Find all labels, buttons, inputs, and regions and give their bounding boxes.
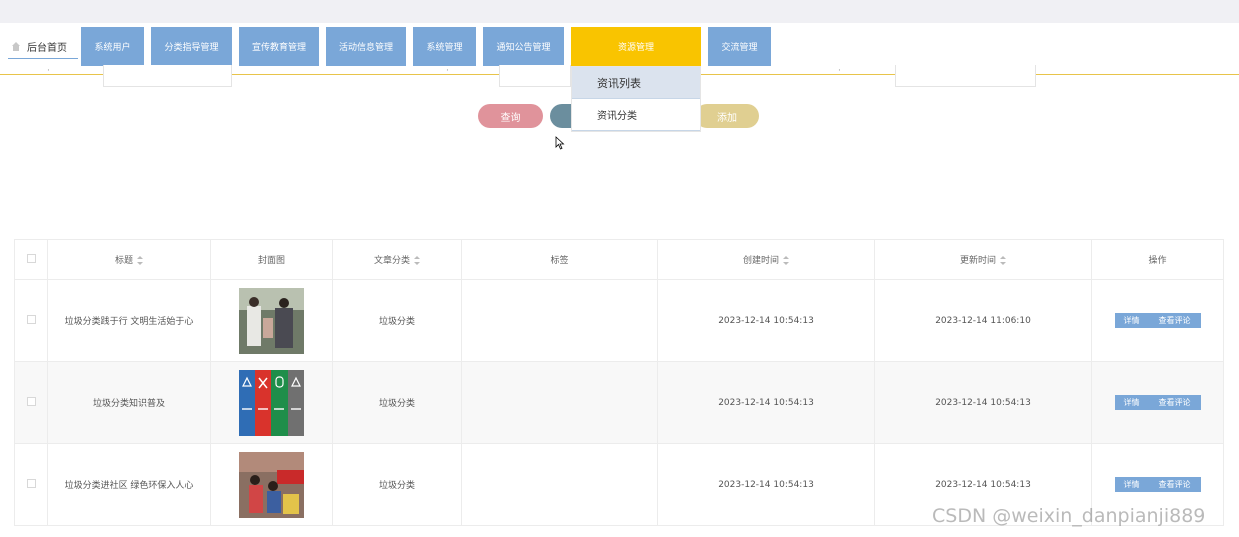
table-row: 垃圾分类践于行 文明生活始于心 垃圾分类 2023-12-14 10:54:13…: [14, 279, 1224, 362]
header-actions: 操作: [1091, 239, 1224, 280]
home-label: 后台首页: [27, 43, 67, 54]
cell-title: 垃圾分类践于行 文明生活始于心: [47, 279, 211, 362]
add-button[interactable]: 添加: [695, 104, 759, 128]
nav-item-exchange-management[interactable]: 交流管理: [708, 27, 771, 66]
search-input-tag[interactable]: [499, 65, 571, 87]
cell-actions: 详情 查看评论: [1091, 279, 1224, 362]
sort-icon[interactable]: [414, 256, 420, 265]
header-category[interactable]: 文章分类: [332, 239, 462, 280]
search-label-title: ·: [47, 66, 50, 76]
cell-created: 2023-12-14 10:54:13: [657, 361, 875, 444]
select-all-checkbox[interactable]: [26, 253, 36, 263]
header-title[interactable]: 标题: [47, 239, 211, 280]
home-nav-item[interactable]: 后台首页: [8, 35, 78, 59]
detail-button[interactable]: 详情: [1114, 395, 1149, 410]
cell-created: 2023-12-14 10:54:13: [657, 443, 875, 526]
nav-item-system-users[interactable]: 系统用户: [81, 27, 144, 66]
nav-item-activity-info[interactable]: 活动信息管理: [326, 27, 406, 66]
cell-cover: [210, 279, 333, 362]
view-comments-button[interactable]: 查看评论: [1148, 313, 1201, 328]
cell-tag: [461, 279, 658, 362]
header-created[interactable]: 创建时间: [657, 239, 875, 280]
cell-category: 垃圾分类: [332, 279, 462, 362]
resource-dropdown-menu: 资讯列表 资讯分类: [571, 66, 701, 132]
cover-image[interactable]: [239, 451, 304, 518]
nav-item-publicity-education[interactable]: 宣传教育管理: [239, 27, 319, 66]
search-label-category: ·: [838, 66, 841, 76]
sort-icon[interactable]: [137, 256, 143, 265]
nav-item-resource-management[interactable]: 资源管理: [571, 27, 701, 66]
header-tag: 标签: [461, 239, 658, 280]
table-header-row: 标题 封面图 文章分类 标签 创建时间 更新时间 操作: [14, 239, 1224, 280]
view-comments-button[interactable]: 查看评论: [1148, 477, 1201, 492]
cover-image[interactable]: [239, 369, 304, 436]
nav-item-notice-management[interactable]: 通知公告管理: [483, 27, 564, 66]
row-checkbox[interactable]: [26, 478, 36, 488]
cell-actions: 详情 查看评论: [1091, 361, 1224, 444]
cell-tag: [461, 443, 658, 526]
cell-cover: [210, 361, 333, 444]
detail-button[interactable]: 详情: [1114, 477, 1149, 492]
sort-icon[interactable]: [1000, 256, 1006, 265]
row-checkbox[interactable]: [26, 314, 36, 324]
dropdown-item-news-category[interactable]: 资讯分类: [572, 99, 700, 131]
nav-item-classification-guide[interactable]: 分类指导管理: [151, 27, 232, 66]
cell-title: 垃圾分类进社区 绿色环保入人心: [47, 443, 211, 526]
cell-title: 垃圾分类知识普及: [47, 361, 211, 444]
nav-item-system-management[interactable]: 系统管理: [413, 27, 476, 66]
sort-icon[interactable]: [783, 256, 789, 265]
cell-tag: [461, 361, 658, 444]
csdn-watermark: CSDN @weixin_danpianji889: [932, 505, 1206, 527]
cell-created: 2023-12-14 10:54:13: [657, 279, 875, 362]
header-updated[interactable]: 更新时间: [874, 239, 1092, 280]
news-table: 标题 封面图 文章分类 标签 创建时间 更新时间 操作 垃圾分类践于行 文明生活…: [14, 239, 1224, 526]
dropdown-item-news-list[interactable]: 资讯列表: [572, 67, 700, 99]
header-cover: 封面图: [210, 239, 333, 280]
mouse-cursor-icon: [555, 136, 565, 150]
cell-updated: 2023-12-14 10:54:13: [874, 361, 1092, 444]
row-checkbox[interactable]: [26, 396, 36, 406]
search-input-title[interactable]: [103, 65, 232, 87]
view-comments-button[interactable]: 查看评论: [1148, 395, 1201, 410]
cell-updated: 2023-12-14 11:06:10: [874, 279, 1092, 362]
select-all-cell: [14, 239, 48, 280]
cell-category: 垃圾分类: [332, 443, 462, 526]
cell-category: 垃圾分类: [332, 361, 462, 444]
browser-top-bar: [0, 0, 1239, 23]
detail-button[interactable]: 详情: [1114, 313, 1149, 328]
query-button[interactable]: 查询: [478, 104, 543, 128]
search-label-tag: ·: [446, 66, 449, 76]
search-input-category[interactable]: [895, 65, 1036, 87]
table-row: 垃圾分类知识普及 垃圾分类 2023-12-14 10:54:13 2023-1…: [14, 361, 1224, 444]
cover-image[interactable]: [239, 287, 304, 354]
home-icon: [11, 41, 21, 52]
cell-cover: [210, 443, 333, 526]
